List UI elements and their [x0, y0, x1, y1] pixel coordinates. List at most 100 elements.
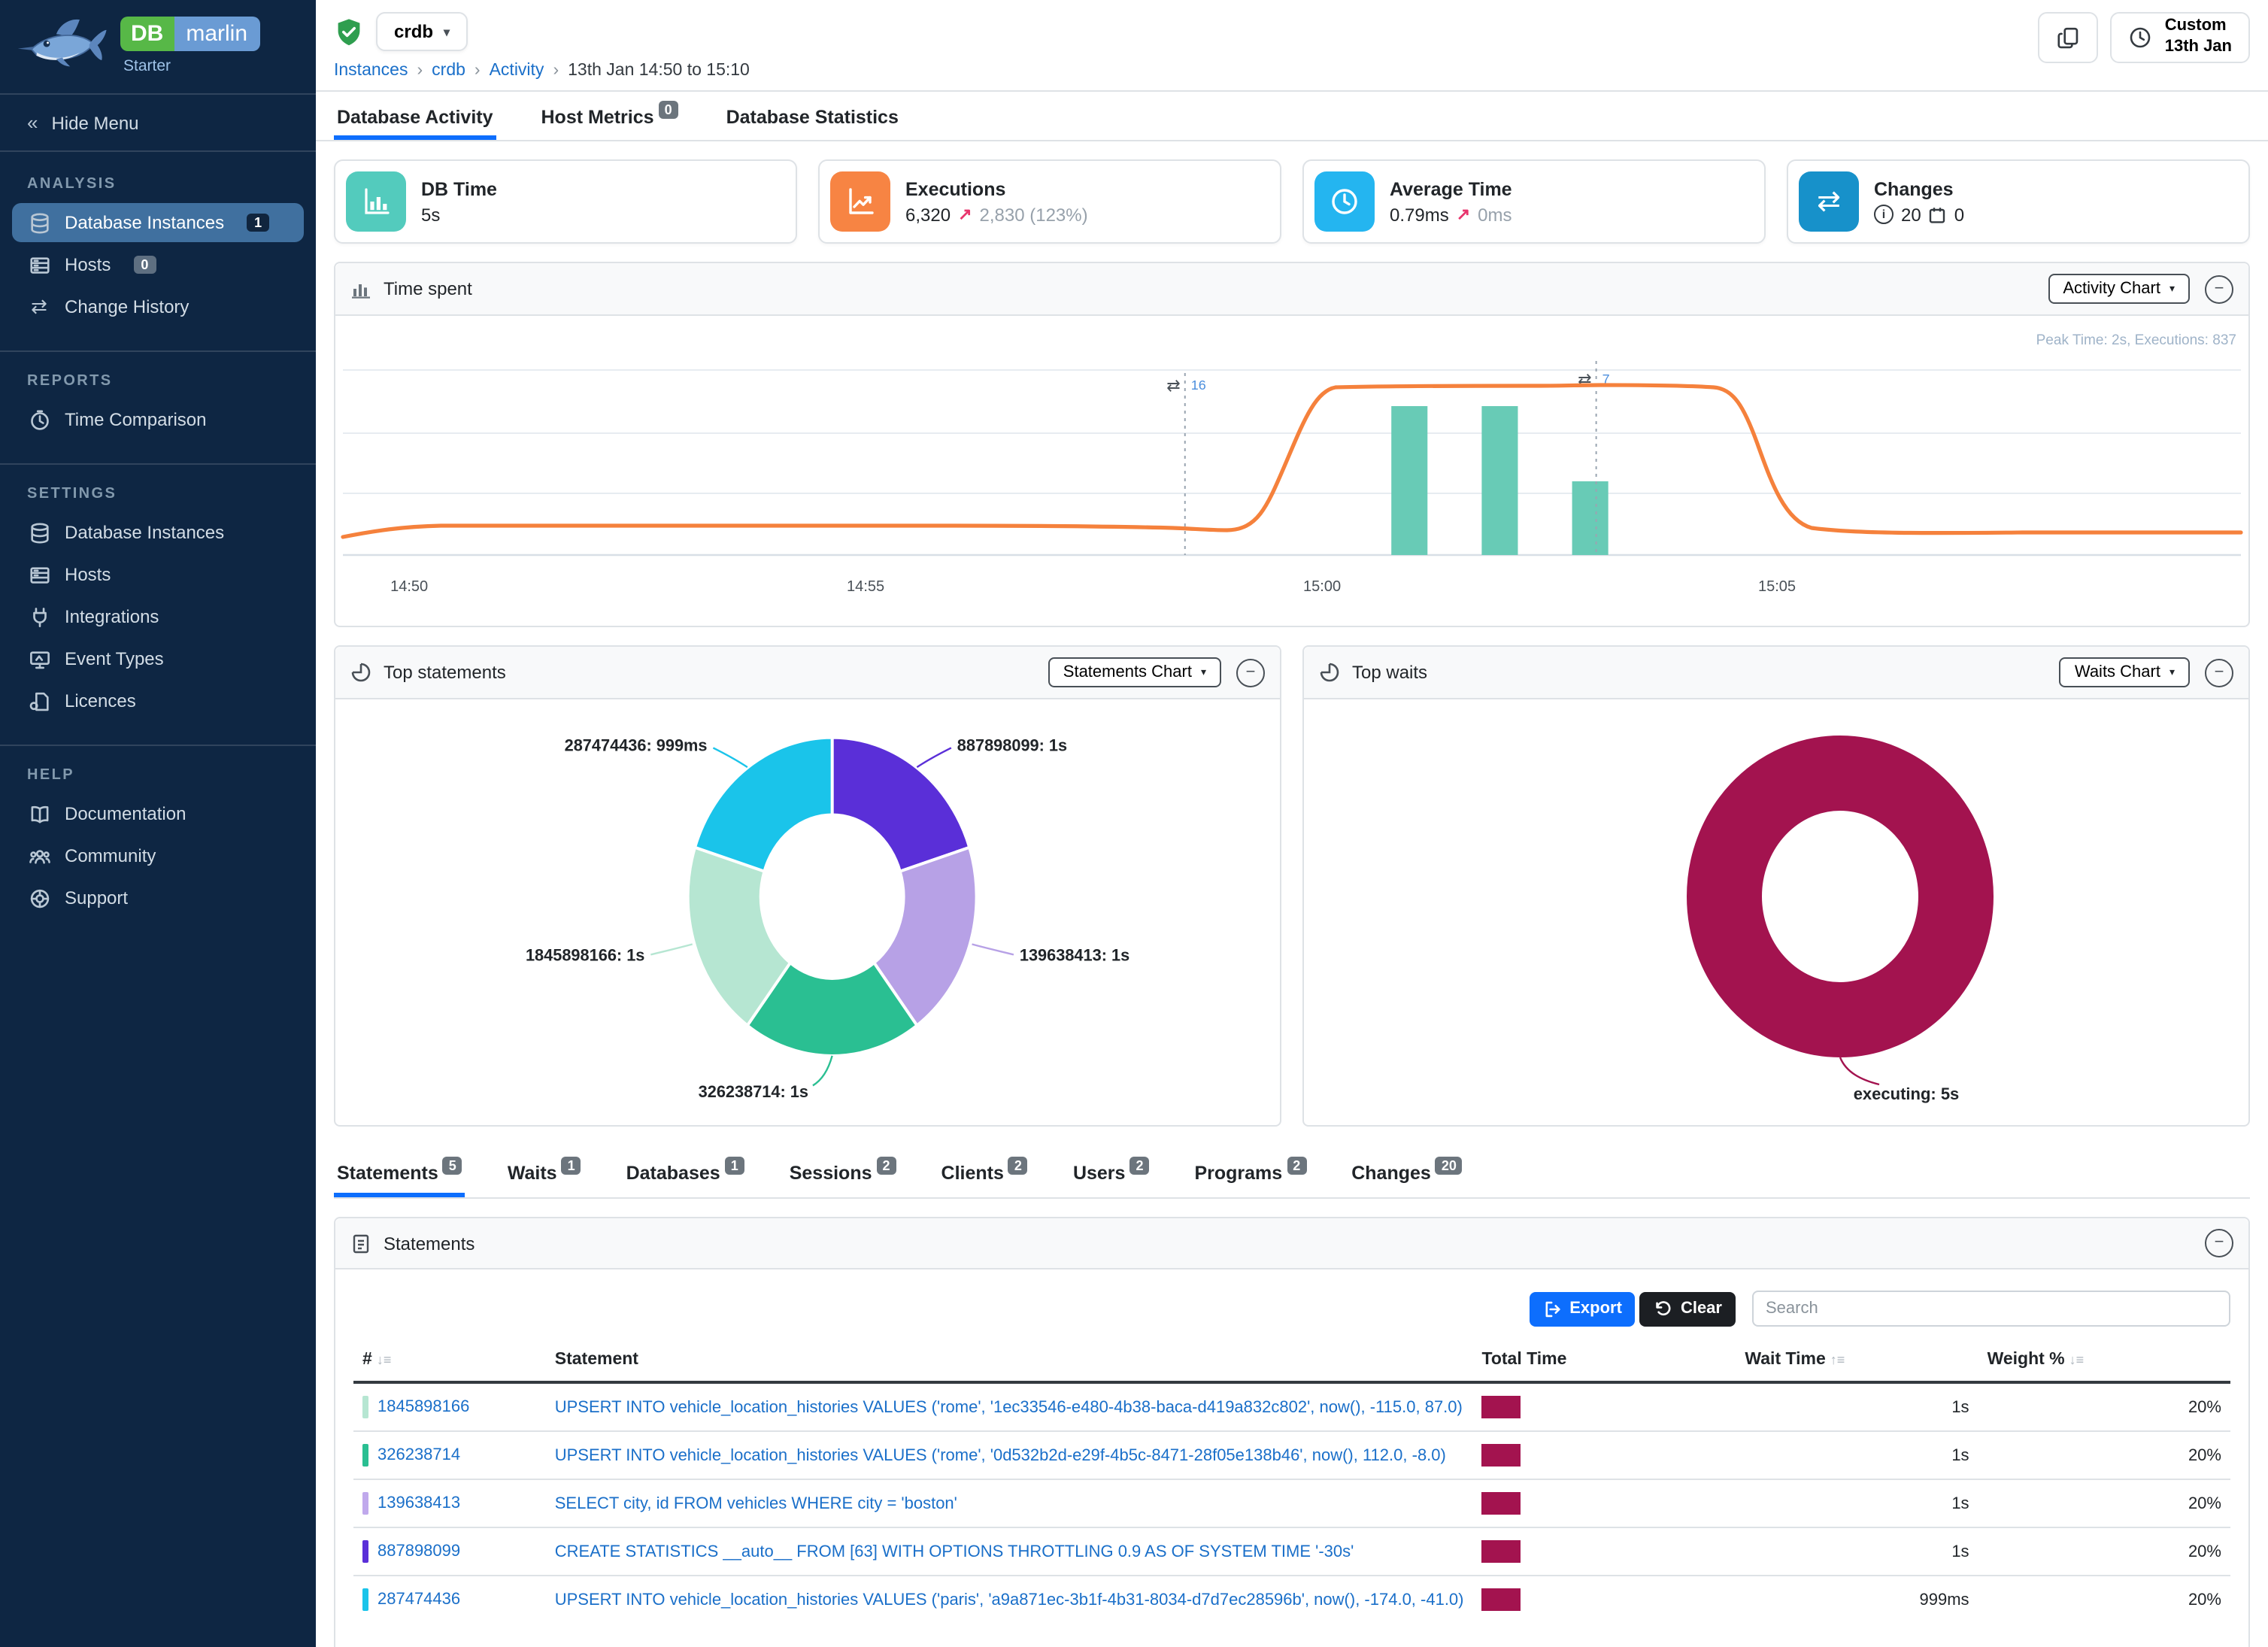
sidebar-item-label: Database Instances	[65, 522, 224, 543]
col-header-statement[interactable]: Statement	[555, 1351, 638, 1369]
sidebar-item-settings-hosts[interactable]: Hosts	[0, 555, 316, 594]
copy-link-button[interactable]	[2039, 12, 2099, 63]
sidebar-item-label: Hosts	[65, 254, 111, 275]
tab-label: Users	[1073, 1163, 1126, 1184]
sidebar-item-event-types[interactable]: Event Types	[0, 639, 316, 678]
database-icon	[27, 520, 51, 544]
collapse-panel-button[interactable]: −	[2205, 274, 2233, 303]
donut-slice-executing[interactable]	[1724, 773, 1956, 1020]
statement-id-link[interactable]: 287474436	[377, 1591, 460, 1609]
info-icon: i	[1874, 205, 1894, 224]
main-tabs: Database Activity Host Metrics0 Database…	[316, 92, 2268, 141]
col-header-weight[interactable]: Weight %	[1988, 1351, 2065, 1369]
card-db-time[interactable]: DB Time 5s	[334, 159, 797, 244]
sidebar-item-integrations[interactable]: Integrations	[0, 597, 316, 636]
tab-waits[interactable]: Waits1	[505, 1157, 584, 1197]
clear-label: Clear	[1681, 1300, 1722, 1318]
up-arrow-icon: ↗	[958, 205, 972, 224]
instance-selector[interactable]: crdb ▾	[376, 12, 468, 51]
statement-sql-link[interactable]: UPSERT INTO vehicle_location_histories V…	[555, 1591, 1464, 1609]
export-button[interactable]: Export	[1529, 1291, 1636, 1326]
sidebar-item-licences[interactable]: Licences	[0, 681, 316, 720]
count-badge: 1	[247, 214, 269, 232]
chart-type-select[interactable]: Activity Chart ▾	[2048, 274, 2190, 304]
sidebar-item-label: Support	[65, 887, 128, 908]
sidebar-item-change-history[interactable]: ⇄ Change History	[0, 287, 316, 326]
statement-sql-link[interactable]: UPSERT INTO vehicle_location_histories V…	[555, 1446, 1446, 1464]
executions-bar[interactable]	[1391, 406, 1427, 555]
executions-bar[interactable]	[1481, 406, 1518, 555]
main-content: crdb ▾ Instances › crdb › Activity › 13t…	[316, 0, 2268, 1647]
statement-sql-link[interactable]: SELECT city, id FROM vehicles WHERE city…	[555, 1494, 957, 1512]
sidebar-item-database-instances[interactable]: Database Instances 1	[12, 203, 304, 242]
sidebar-item-support[interactable]: Support	[0, 878, 316, 918]
card-average-time[interactable]: Average Time 0.79ms ↗ 0ms	[1302, 159, 1766, 244]
col-header-total-time[interactable]: Total Time	[1482, 1351, 1567, 1369]
card-executions[interactable]: Executions 6,320 ↗ 2,830 (123%)	[818, 159, 1281, 244]
tab-changes[interactable]: Changes20	[1348, 1157, 1466, 1197]
sort-icon[interactable]: ↓≡	[2069, 1352, 2085, 1367]
time-spent-panel: Time spent Activity Chart ▾ − Peak Time:…	[334, 262, 2250, 627]
statement-id-link[interactable]: 326238714	[377, 1446, 460, 1464]
time-spent-chart[interactable]: Peak Time: 2s, Executions: 837 ⇄ 16 ⇄ 7	[335, 316, 2248, 626]
hide-menu-button[interactable]: « Hide Menu	[0, 95, 316, 152]
weight-value: 20%	[1978, 1479, 2230, 1527]
x-tick: 14:55	[847, 578, 884, 595]
tab-database-activity[interactable]: Database Activity	[334, 92, 496, 140]
caret-down-icon: ▾	[2169, 283, 2175, 295]
licence-file-icon	[27, 689, 51, 713]
sort-icon[interactable]: ↑≡	[1830, 1352, 1845, 1367]
chart-type-select[interactable]: Waits Chart ▾	[2060, 657, 2190, 687]
breadcrumb-instances[interactable]: Instances	[334, 62, 408, 80]
card-title: Average Time	[1390, 178, 1512, 199]
statement-sql-link[interactable]: UPSERT INTO vehicle_location_histories V…	[555, 1398, 1463, 1416]
activity-chart-svg: Peak Time: 2s, Executions: 837 ⇄ 16 ⇄ 7	[335, 316, 2248, 626]
plug-icon	[27, 605, 51, 629]
statement-id-link[interactable]: 1845898166	[377, 1398, 469, 1416]
x-tick: 15:05	[1758, 578, 1796, 595]
donut-slice-887898099[interactable]	[832, 738, 970, 872]
statement-id-link[interactable]: 139638413	[377, 1494, 460, 1512]
sidebar-item-documentation[interactable]: Documentation	[0, 794, 316, 833]
collapse-panel-button[interactable]: −	[2205, 1229, 2233, 1257]
trend-chart-icon	[830, 171, 890, 232]
card-changes[interactable]: ⇄ Changes i 20 0	[1787, 159, 2250, 244]
sidebar-item-settings-database-instances[interactable]: Database Instances	[0, 513, 316, 552]
server-icon	[27, 253, 51, 277]
tab-statements[interactable]: Statements5	[334, 1157, 465, 1197]
sort-icon[interactable]: ↓≡	[377, 1352, 392, 1367]
dbmarlin-app: DB marlin Starter « Hide Menu ANALYSIS D…	[0, 0, 2268, 1647]
clear-button[interactable]: Clear	[1640, 1291, 1736, 1326]
collapse-panel-button[interactable]: −	[1236, 658, 1265, 687]
tab-host-metrics[interactable]: Host Metrics0	[538, 92, 681, 140]
statement-id-link[interactable]: 887898099	[377, 1542, 460, 1561]
donut-slice-287474436[interactable]	[695, 738, 832, 872]
tab-database-statistics[interactable]: Database Statistics	[723, 92, 902, 140]
sidebar-item-time-comparison[interactable]: Time Comparison	[0, 400, 316, 439]
tab-programs[interactable]: Programs2	[1191, 1157, 1309, 1197]
tab-databases[interactable]: Databases1	[623, 1157, 747, 1197]
undo-icon	[1654, 1299, 1673, 1318]
collapse-panel-button[interactable]: −	[2205, 658, 2233, 687]
wait-time-value: 999ms	[1736, 1576, 1978, 1623]
change-marker-count[interactable]: 16	[1191, 378, 1206, 393]
col-header-id[interactable]: #	[362, 1351, 372, 1369]
breadcrumb-activity[interactable]: Activity	[490, 62, 544, 80]
swap-arrows-icon: ⇄	[1166, 376, 1180, 395]
col-header-wait-time[interactable]: Wait Time	[1745, 1351, 1825, 1369]
logo[interactable]: DB marlin Starter	[0, 0, 316, 95]
tab-users[interactable]: Users2	[1070, 1157, 1153, 1197]
tab-clients[interactable]: Clients2	[938, 1157, 1031, 1197]
sidebar-item-hosts[interactable]: Hosts 0	[0, 245, 316, 284]
statement-sql-link[interactable]: CREATE STATISTICS __auto__ FROM [63] WIT…	[555, 1542, 1354, 1561]
sidebar-item-community[interactable]: Community	[0, 836, 316, 875]
count-badge: 2	[1287, 1157, 1306, 1175]
time-range-button[interactable]: Custom 13th Jan	[2111, 12, 2250, 63]
breadcrumb-crdb[interactable]: crdb	[432, 62, 465, 80]
tab-sessions[interactable]: Sessions2	[787, 1157, 899, 1197]
search-input[interactable]	[1752, 1291, 2230, 1327]
count-badge: 1	[725, 1157, 744, 1175]
section-reports: REPORTS	[27, 373, 289, 390]
executions-bar[interactable]	[1572, 481, 1609, 555]
chart-type-select[interactable]: Statements Chart ▾	[1048, 657, 1221, 687]
